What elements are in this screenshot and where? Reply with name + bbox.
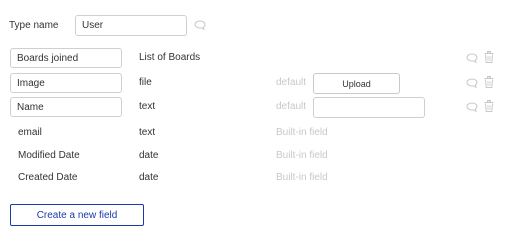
- builtin-field-name: Modified Date: [18, 150, 80, 161]
- default-value-input[interactable]: [313, 97, 425, 118]
- field-name-input-name[interactable]: Name: [10, 97, 122, 117]
- type-name-input[interactable]: User: [75, 15, 187, 36]
- comment-bubble-icon[interactable]: [465, 101, 479, 113]
- create-new-field-button[interactable]: Create a new field: [10, 204, 144, 226]
- field-name: Name: [17, 101, 44, 113]
- builtin-field-name: email: [18, 127, 42, 138]
- field-name-input-image[interactable]: Image: [10, 73, 122, 93]
- builtin-field-type: date: [139, 150, 159, 161]
- builtin-field-note: Built-in field: [276, 172, 328, 183]
- comment-bubble-icon[interactable]: [465, 77, 479, 89]
- type-name-value: User: [82, 20, 104, 31]
- trash-icon[interactable]: [483, 75, 495, 89]
- field-name-input-boards-joined[interactable]: Boards joined: [10, 48, 122, 68]
- upload-button[interactable]: Upload: [313, 73, 400, 94]
- builtin-field-type: date: [139, 172, 159, 183]
- builtin-field-note: Built-in field: [276, 127, 328, 138]
- trash-icon[interactable]: [483, 99, 495, 113]
- field-type: file: [139, 77, 152, 88]
- type-name-label: Type name: [9, 20, 59, 31]
- field-name: Image: [17, 77, 45, 89]
- builtin-field-note: Built-in field: [276, 150, 328, 161]
- trash-icon[interactable]: [483, 50, 495, 64]
- builtin-field-name: Created Date: [18, 172, 78, 183]
- field-type: List of Boards: [139, 52, 201, 63]
- field-type: text: [139, 101, 156, 112]
- comment-bubble-icon[interactable]: [193, 19, 207, 31]
- create-new-field-label: Create a new field: [36, 209, 118, 221]
- upload-label: Upload: [342, 78, 371, 89]
- field-name: Boards joined: [17, 52, 79, 64]
- default-label: default: [276, 101, 307, 112]
- default-label: default: [276, 77, 307, 88]
- comment-bubble-icon[interactable]: [465, 52, 479, 64]
- builtin-field-type: text: [139, 127, 156, 138]
